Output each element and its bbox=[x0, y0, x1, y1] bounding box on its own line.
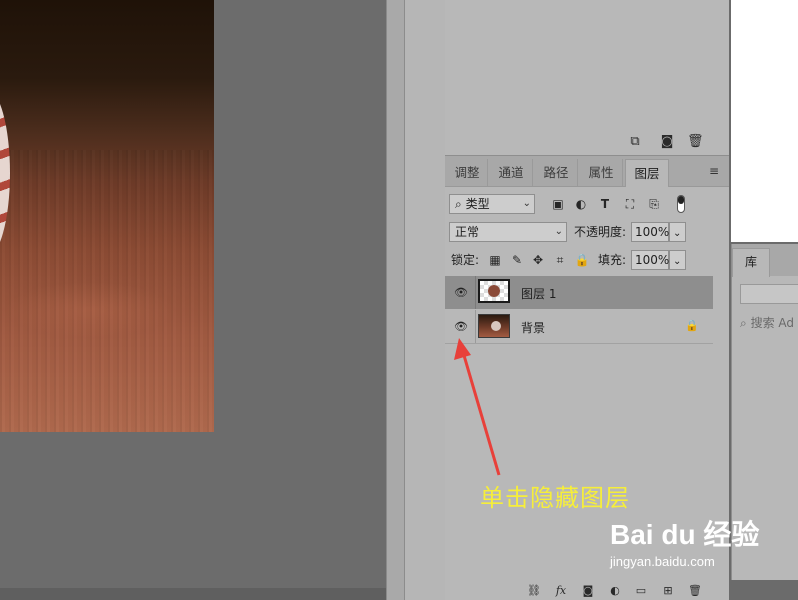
panel-tabbar: 调整 通道 路径 属性 图层 ≡ bbox=[445, 156, 729, 187]
opacity-label: 不透明度: bbox=[574, 225, 627, 239]
history-panel: ⧉ ◙ 🗑 bbox=[445, 0, 729, 156]
search-icon: ⌕ bbox=[455, 197, 462, 211]
annotation-text: 单击隐藏图层 bbox=[480, 484, 630, 512]
group-icon[interactable]: ▭ bbox=[633, 584, 649, 598]
shape-filter-icon[interactable]: ⛶ bbox=[622, 196, 638, 212]
type-filter-icon[interactable]: T bbox=[597, 196, 613, 212]
row-divider bbox=[475, 276, 476, 309]
filter-toggle-knob bbox=[678, 196, 684, 204]
layer-row[interactable]: 👁 图层 1 bbox=[445, 276, 713, 309]
tab-adjustments[interactable]: 调整 bbox=[447, 159, 488, 186]
library-search[interactable]: ⌕ 搜索 Ad bbox=[740, 314, 794, 331]
smart-object-filter-icon[interactable]: ⎘ bbox=[646, 196, 662, 212]
opacity-input[interactable]: 100% bbox=[631, 222, 669, 242]
tab-layers[interactable]: 图层 bbox=[625, 159, 669, 187]
status-bar bbox=[0, 588, 386, 600]
fx-icon[interactable]: fx bbox=[553, 584, 569, 598]
document-image[interactable] bbox=[0, 0, 214, 432]
watermark-url: jingyan.baidu.com bbox=[610, 554, 715, 569]
fill-label: 填充: bbox=[598, 253, 627, 267]
panel-dock-collapsed[interactable] bbox=[386, 0, 405, 600]
lock-label: 锁定: bbox=[451, 253, 480, 267]
mask-icon[interactable]: ◙ bbox=[580, 584, 596, 598]
blend-mode-value: 正常 bbox=[455, 225, 480, 239]
image-texture bbox=[0, 150, 214, 432]
chevron-down-icon: ⌄ bbox=[673, 256, 682, 267]
lock-transparent-icon[interactable]: ▦ bbox=[487, 252, 503, 268]
search-icon: ⌕ bbox=[740, 316, 747, 330]
lock-icon: 🔒 bbox=[685, 319, 699, 332]
panel-dock-icons[interactable] bbox=[404, 0, 446, 600]
lock-artboard-icon[interactable]: ⌗ bbox=[552, 252, 568, 268]
filter-kind-label: 类型 bbox=[465, 197, 490, 211]
new-snapshot-icon[interactable]: ⧉ bbox=[627, 134, 643, 150]
chevron-down-icon: ⌄ bbox=[673, 228, 682, 239]
annotation-arrow bbox=[454, 338, 501, 476]
adjustment-filter-icon[interactable]: ◐ bbox=[573, 196, 589, 212]
layer-name[interactable]: 图层 1 bbox=[521, 285, 556, 302]
baidu-watermark: Bai du 经验 jingyan.baidu.com bbox=[610, 519, 760, 570]
fill-input[interactable]: 100% bbox=[631, 250, 669, 270]
fill-dropdown[interactable]: ⌄ bbox=[669, 250, 686, 270]
library-select[interactable] bbox=[740, 284, 798, 304]
opacity-dropdown[interactable]: ⌄ bbox=[669, 222, 686, 242]
tab-paths[interactable]: 路径 bbox=[535, 159, 578, 186]
image-filter-icon[interactable]: ▣ bbox=[550, 196, 566, 212]
arrow-head bbox=[454, 338, 471, 360]
chevron-down-icon: ⌄ bbox=[554, 226, 563, 237]
chevron-down-icon: ⌄ bbox=[522, 198, 531, 209]
blend-mode-select[interactable]: 正常 ⌄ bbox=[449, 222, 567, 242]
new-layer-icon[interactable]: ⊞ bbox=[660, 584, 676, 598]
tab-library[interactable]: 库 bbox=[732, 248, 770, 277]
tab-channels[interactable]: 通道 bbox=[490, 159, 533, 186]
thumb-ball bbox=[488, 285, 500, 297]
camera-icon[interactable]: ◙ bbox=[659, 134, 675, 150]
lock-all-icon[interactable]: 🔒 bbox=[574, 252, 590, 268]
watermark-brand: Bai du 经验 bbox=[610, 519, 760, 550]
layer-name[interactable]: 背景 bbox=[521, 319, 545, 336]
layer-thumbnail bbox=[478, 279, 510, 303]
tab-properties[interactable]: 属性 bbox=[580, 159, 623, 186]
panel-menu-icon[interactable]: ≡ bbox=[709, 164, 723, 178]
arrow-shaft bbox=[461, 351, 501, 476]
eye-icon[interactable]: 👁 bbox=[453, 285, 469, 301]
trash-icon[interactable]: 🗑 bbox=[687, 584, 703, 598]
library-tabbar: 库 bbox=[732, 244, 798, 277]
link-icon[interactable]: ⛓ bbox=[526, 584, 542, 598]
trash-icon[interactable]: 🗑 bbox=[687, 134, 704, 150]
lock-pixels-icon[interactable]: ✎ bbox=[509, 252, 525, 268]
library-search-placeholder: 搜索 Ad bbox=[750, 316, 794, 330]
filter-toggle-icon[interactable] bbox=[677, 195, 685, 213]
filter-kind-select[interactable]: ⌕ 类型 ⌄ bbox=[449, 194, 535, 214]
right-document-area bbox=[731, 0, 798, 242]
adjustment-icon[interactable]: ◐ bbox=[607, 584, 623, 598]
lock-position-icon[interactable]: ✥ bbox=[530, 252, 546, 268]
